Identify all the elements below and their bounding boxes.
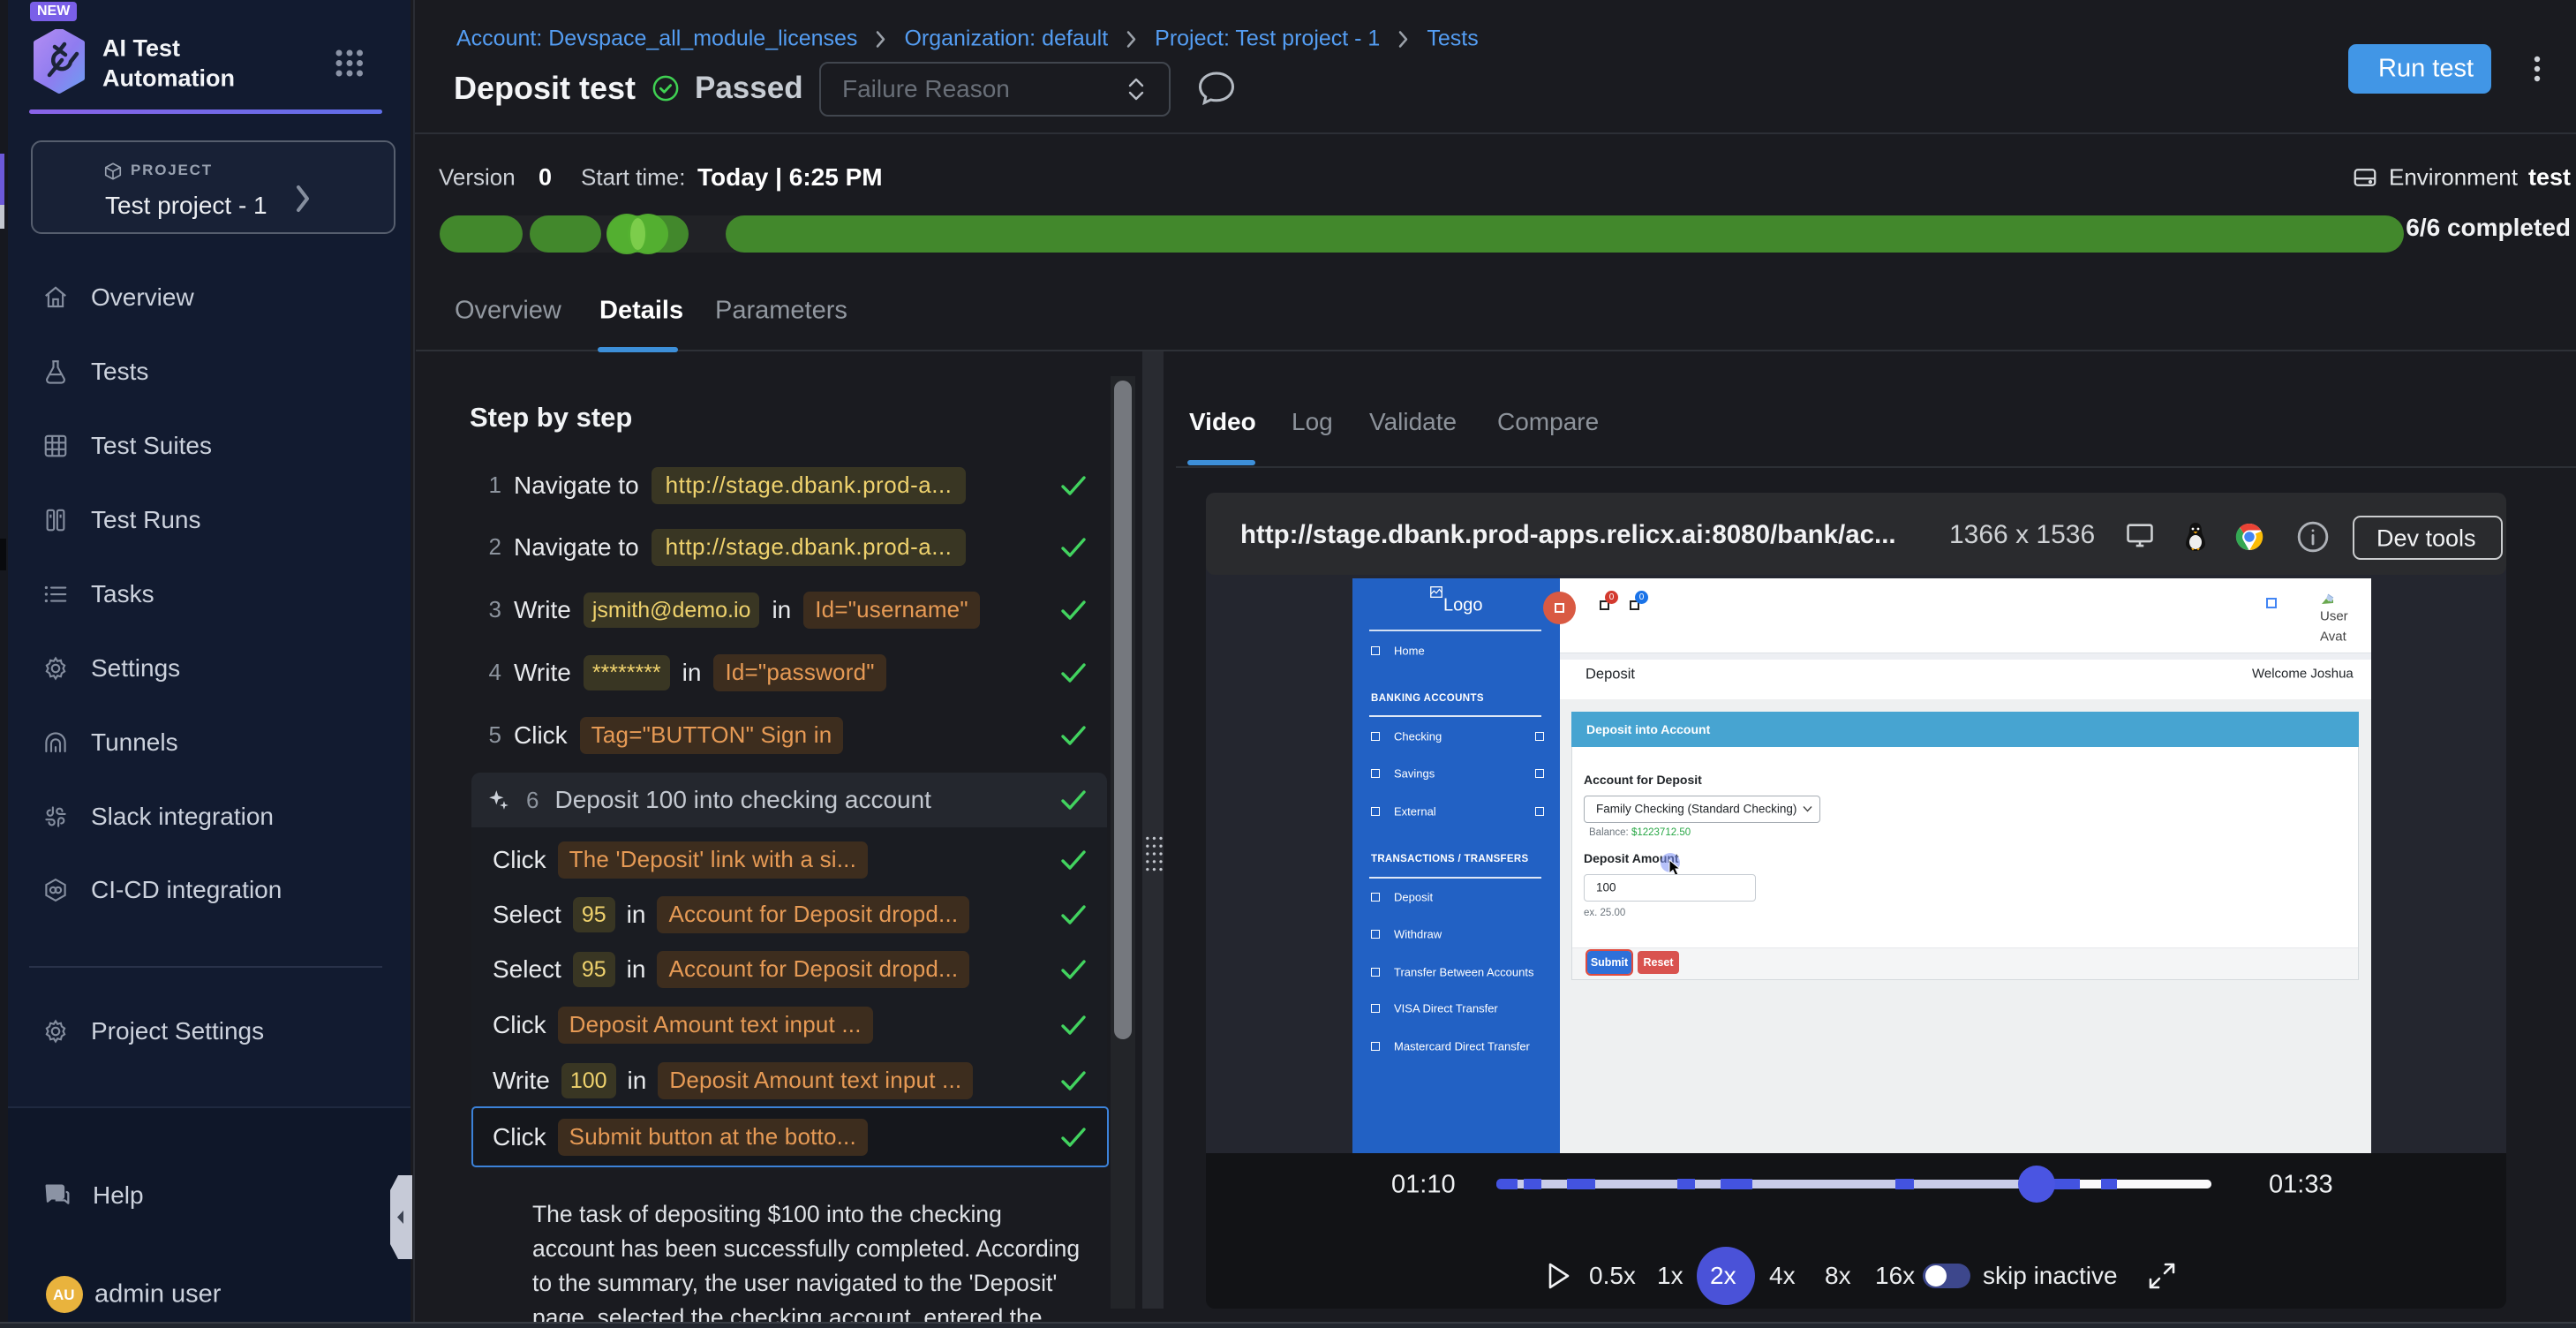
svg-text:?: ? (50, 1186, 57, 1199)
